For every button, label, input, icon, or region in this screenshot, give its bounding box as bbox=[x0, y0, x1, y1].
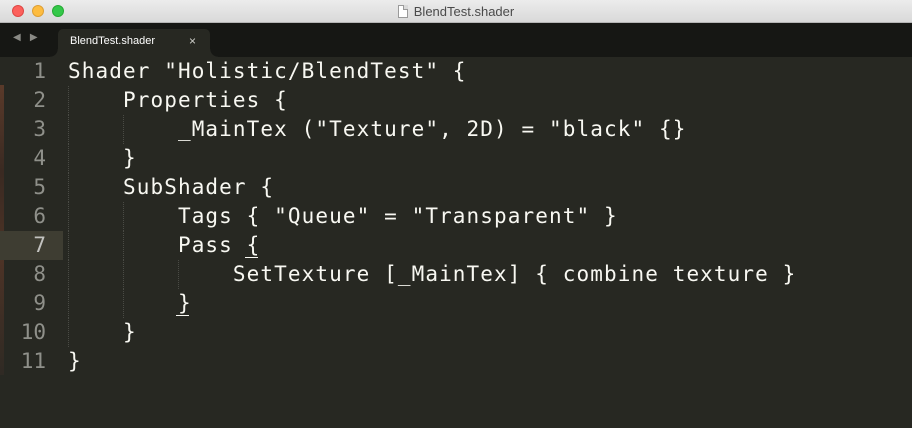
line-number: 5 bbox=[33, 175, 46, 199]
code-line[interactable]: 5 SubShader { bbox=[0, 173, 912, 202]
code-line[interactable]: 7 Pass { bbox=[0, 231, 259, 260]
indent-guide bbox=[123, 231, 124, 260]
editor-window: BlendTest.shader ◀ ▶ BlendTest.shader × … bbox=[0, 0, 912, 428]
indent-guide bbox=[68, 173, 69, 202]
code-text[interactable]: } bbox=[68, 289, 192, 318]
bracket-match-underline bbox=[176, 315, 189, 316]
tab-bar: ◀ ▶ BlendTest.shader × bbox=[0, 23, 912, 57]
line-number: 4 bbox=[33, 146, 46, 170]
code-text[interactable]: SubShader { bbox=[68, 173, 274, 202]
code-editor[interactable]: 1 Shader "Holistic/BlendTest" {2 Properti… bbox=[0, 57, 912, 428]
code-line[interactable]: 9 } bbox=[0, 289, 912, 318]
tab-label: BlendTest.shader bbox=[70, 35, 155, 47]
line-number: 11 bbox=[20, 349, 46, 373]
indent-guide bbox=[68, 144, 69, 173]
line-number: 3 bbox=[33, 117, 46, 141]
line-number: 1 bbox=[33, 59, 46, 83]
code-line[interactable]: 10 } bbox=[0, 318, 912, 347]
indent-guide bbox=[68, 115, 69, 144]
tab-navigation-arrows-icon[interactable]: ◀ ▶ bbox=[13, 32, 41, 43]
code-line[interactable]: 6 Tags { "Queue" = "Transparent" } bbox=[0, 202, 912, 231]
indent-guide bbox=[68, 86, 69, 115]
code-text[interactable]: } bbox=[68, 318, 137, 347]
code-text[interactable]: } bbox=[68, 144, 137, 173]
indent-guide bbox=[68, 260, 69, 289]
code-text[interactable]: } bbox=[68, 347, 82, 376]
line-number: 2 bbox=[33, 88, 46, 112]
line-number: 6 bbox=[33, 204, 46, 228]
line-number: 9 bbox=[33, 291, 46, 315]
code-text[interactable]: Properties { bbox=[68, 86, 288, 115]
code-line[interactable]: 11} bbox=[0, 347, 912, 376]
code-text[interactable]: _MainTex ("Texture", 2D) = "black" {} bbox=[68, 115, 686, 144]
code-text[interactable]: Tags { "Queue" = "Transparent" } bbox=[68, 202, 618, 231]
window-title-group: BlendTest.shader bbox=[0, 0, 912, 22]
code-line[interactable]: 3 _MainTex ("Texture", 2D) = "black" {} bbox=[0, 115, 912, 144]
code-line[interactable]: 2 Properties { bbox=[0, 86, 912, 115]
line-number: 8 bbox=[33, 262, 46, 286]
title-bar[interactable]: BlendTest.shader bbox=[0, 0, 912, 23]
tab-close-icon[interactable]: × bbox=[189, 34, 196, 48]
line-number: 10 bbox=[20, 320, 46, 344]
indent-guide bbox=[123, 115, 124, 144]
window-title: BlendTest.shader bbox=[413, 3, 515, 19]
document-icon bbox=[397, 4, 408, 18]
indent-guide bbox=[123, 202, 124, 231]
bracket-match-underline bbox=[244, 257, 258, 258]
code-line[interactable]: 4 } bbox=[0, 144, 912, 173]
code-text[interactable]: Shader "Holistic/BlendTest" { bbox=[68, 57, 467, 86]
indent-guide bbox=[68, 202, 69, 231]
indent-guide bbox=[123, 289, 124, 318]
code-line[interactable]: 8 SetTexture [_MainTex] { combine textur… bbox=[0, 260, 912, 289]
tab-blendtest-shader[interactable]: BlendTest.shader × bbox=[50, 29, 218, 57]
indent-guide bbox=[178, 260, 179, 289]
indent-guide bbox=[68, 289, 69, 318]
indent-guide bbox=[68, 231, 69, 260]
code-text[interactable]: Pass { bbox=[68, 231, 260, 260]
code-line[interactable]: 1 Shader "Holistic/BlendTest" { bbox=[0, 57, 912, 86]
indent-guide bbox=[123, 260, 124, 289]
indent-guide bbox=[68, 318, 69, 347]
line-number: 7 bbox=[33, 233, 46, 257]
